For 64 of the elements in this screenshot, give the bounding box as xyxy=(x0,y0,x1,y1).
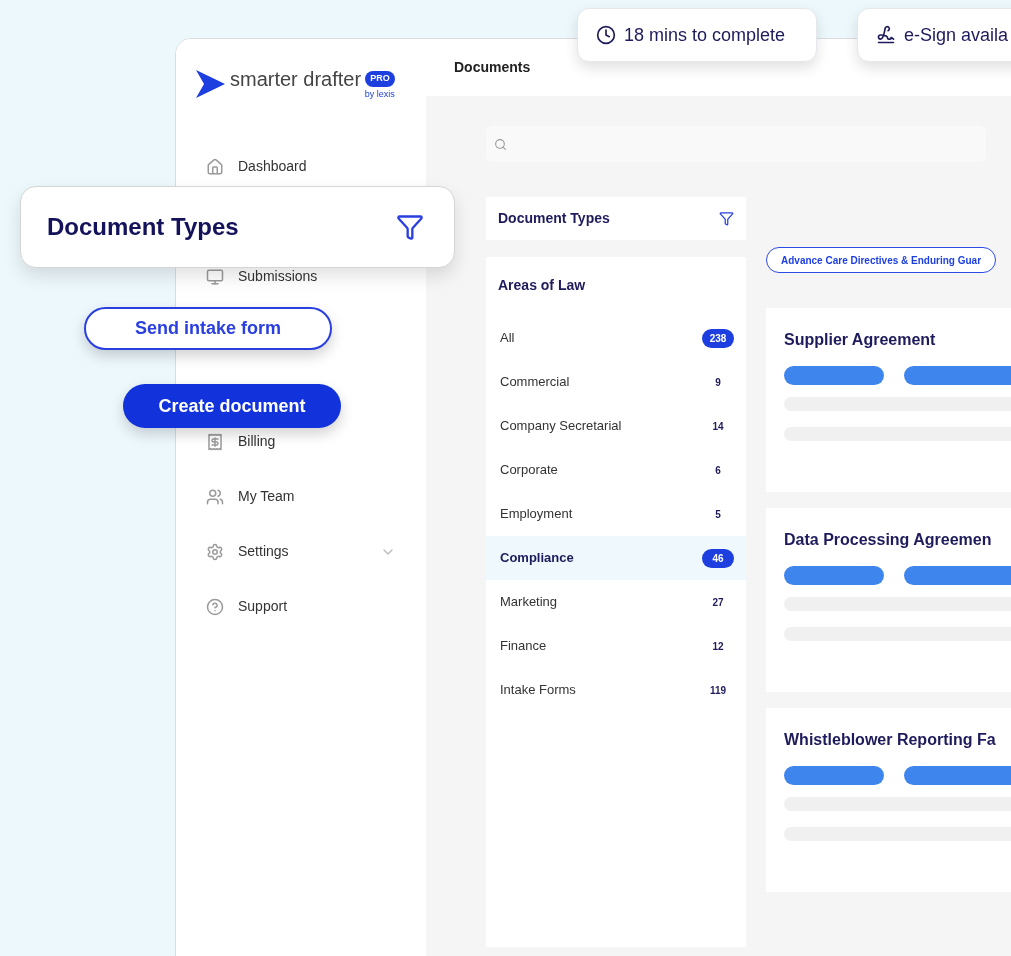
category-item[interactable]: Intake Forms 119 xyxy=(486,668,746,712)
document-title: Supplier Agreement xyxy=(784,330,937,350)
item-count: 14 xyxy=(711,419,725,434)
brand-byline: by lexis xyxy=(364,90,395,99)
category-label: Employment xyxy=(500,505,573,524)
panel-title: Document Types xyxy=(498,209,610,228)
item-count: 5 xyxy=(714,507,722,522)
sidebar-item[interactable]: Support xyxy=(206,595,288,618)
category-item[interactable]: Compliance 46 xyxy=(486,536,746,580)
item-count: 119 xyxy=(708,683,728,698)
settings-icon xyxy=(206,542,224,561)
category-label: Commercial xyxy=(500,373,570,392)
signature-icon xyxy=(876,25,896,45)
clock-icon xyxy=(596,25,616,45)
page-title: Documents xyxy=(454,59,531,75)
sidebar-item[interactable]: Billing xyxy=(206,430,276,453)
item-count: 27 xyxy=(711,595,725,610)
team-icon xyxy=(206,487,224,506)
sidebar-item[interactable]: My Team xyxy=(206,485,295,508)
count-badge: 238 xyxy=(702,328,734,348)
brand-name: smarter drafter xyxy=(230,69,362,89)
logo-icon xyxy=(194,69,226,99)
badge-text: e-Sign availa xyxy=(904,23,1009,47)
category-label: Corporate xyxy=(500,461,558,480)
category-label: Intake Forms xyxy=(500,681,576,700)
create-document-button[interactable]: Create document xyxy=(123,384,341,428)
search-icon xyxy=(494,137,507,151)
category-item[interactable]: Finance 12 xyxy=(486,624,746,668)
category-item[interactable]: Commercial 9 xyxy=(486,360,746,404)
item-count: 6 xyxy=(714,463,722,478)
send-form-button[interactable]: Send intake form xyxy=(84,307,332,350)
document-card[interactable]: Data Processing Agreemen xyxy=(766,508,1011,692)
document-title: Data Processing Agreemen xyxy=(784,530,993,550)
filter-icon[interactable] xyxy=(719,211,734,226)
sidebar-item[interactable]: Submissions xyxy=(206,265,318,288)
document-card[interactable]: Supplier Agreement xyxy=(766,308,1011,492)
category-label: Finance xyxy=(500,637,547,656)
item-count: 12 xyxy=(711,639,725,654)
category-item[interactable]: Employment 5 xyxy=(486,492,746,536)
document-card[interactable]: Whistleblower Reporting Fa xyxy=(766,708,1011,892)
house-icon xyxy=(206,157,224,176)
document-title: Whistleblower Reporting Fa xyxy=(784,730,997,750)
receipt-icon xyxy=(206,432,224,451)
category-label: Company Secretarial xyxy=(500,417,622,436)
search-field[interactable] xyxy=(486,126,986,162)
badge-text: 18 mins to complete xyxy=(624,23,786,47)
section-heading: Areas of Law xyxy=(497,276,587,295)
item-count: 9 xyxy=(714,375,722,390)
category-item[interactable]: Corporate 6 xyxy=(486,448,746,492)
monitor-icon xyxy=(206,267,224,286)
category-item[interactable]: Company Secretarial 14 xyxy=(486,404,746,448)
filter-card-title: Document Types xyxy=(47,212,239,242)
category-item[interactable]: All 238 xyxy=(486,316,746,360)
category-item[interactable]: Marketing 27 xyxy=(486,580,746,624)
help-icon xyxy=(206,597,224,616)
filter-chip[interactable]: Advance Care Directives & Enduring Guar xyxy=(766,247,997,273)
sidebar-item[interactable]: Settings xyxy=(206,540,289,563)
pro-tag: PRO xyxy=(365,71,395,87)
count-badge: 46 xyxy=(702,548,734,568)
sidebar-item[interactable]: Dashboard xyxy=(206,155,307,178)
category-label: Marketing xyxy=(500,593,558,612)
category-label: All xyxy=(500,329,515,348)
filter-icon[interactable] xyxy=(396,213,424,241)
category-label: Compliance xyxy=(500,549,574,568)
